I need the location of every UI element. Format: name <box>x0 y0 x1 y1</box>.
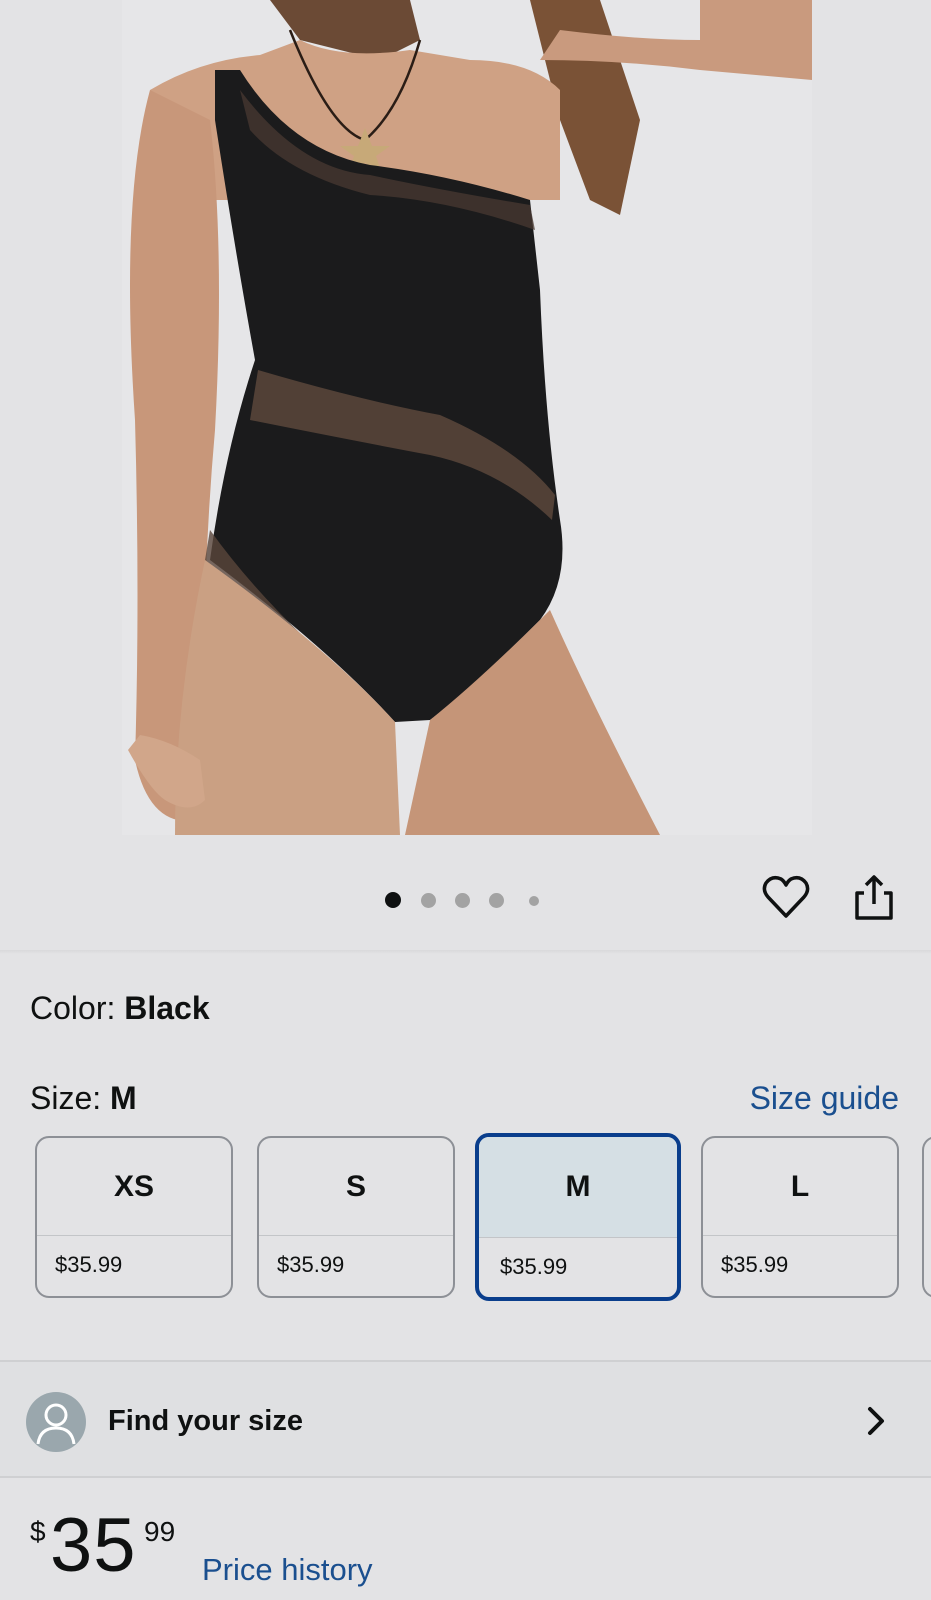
size-option-more[interactable] <box>922 1136 931 1298</box>
find-your-size-row[interactable]: Find your size <box>0 1360 931 1478</box>
carousel-dot[interactable] <box>385 892 401 908</box>
size-option-l[interactable]: L $35.99 <box>701 1136 899 1298</box>
size-option-price: $35.99 <box>721 1252 789 1277</box>
size-option-price: $35.99 <box>277 1252 345 1277</box>
find-your-size-label: Find your size <box>108 1405 303 1437</box>
price-currency: $ <box>30 1516 46 1547</box>
size-value: M <box>110 1080 137 1116</box>
size-option-price: $35.99 <box>500 1254 568 1279</box>
size-options: XS $35.99 S $35.99 M $35.99 L $35.99 <box>0 1133 931 1301</box>
price-whole: 35 <box>50 1503 137 1588</box>
size-option-label: M <box>479 1137 677 1238</box>
carousel-dot[interactable] <box>455 893 470 908</box>
size-option-label: S <box>259 1138 453 1236</box>
color-value: Black <box>124 990 210 1026</box>
size-option-m[interactable]: M $35.99 <box>475 1133 681 1301</box>
size-option-price: $35.99 <box>55 1252 123 1277</box>
size-label: Size: <box>30 1080 111 1116</box>
size-option-label: XS <box>37 1138 231 1236</box>
price-history-link[interactable]: Price history <box>202 1552 373 1588</box>
size-option-xs[interactable]: XS $35.99 <box>35 1136 233 1298</box>
size-guide-link[interactable]: Size guide <box>750 1080 899 1117</box>
user-avatar-icon <box>26 1392 86 1452</box>
color-selection: Color: Black <box>30 990 210 1027</box>
carousel-dot[interactable] <box>421 893 436 908</box>
share-button[interactable] <box>848 872 900 924</box>
product-photo-illustration <box>122 0 812 835</box>
heart-icon <box>762 875 810 918</box>
color-label: Color: <box>30 990 125 1026</box>
size-selection: Size: M <box>30 1080 137 1117</box>
wishlist-button[interactable] <box>760 872 812 924</box>
carousel-dot[interactable] <box>489 893 504 908</box>
price-fraction: 99 <box>144 1516 176 1547</box>
product-page: Color: Black Size: M Size guide XS $35.9… <box>0 0 931 1600</box>
product-image[interactable] <box>0 0 931 835</box>
share-icon <box>855 875 893 920</box>
chevron-right-icon <box>868 1407 884 1435</box>
divider <box>0 950 931 954</box>
size-option-label: L <box>703 1138 897 1236</box>
carousel-dot[interactable] <box>529 896 539 906</box>
size-option-s[interactable]: S $35.99 <box>257 1136 455 1298</box>
